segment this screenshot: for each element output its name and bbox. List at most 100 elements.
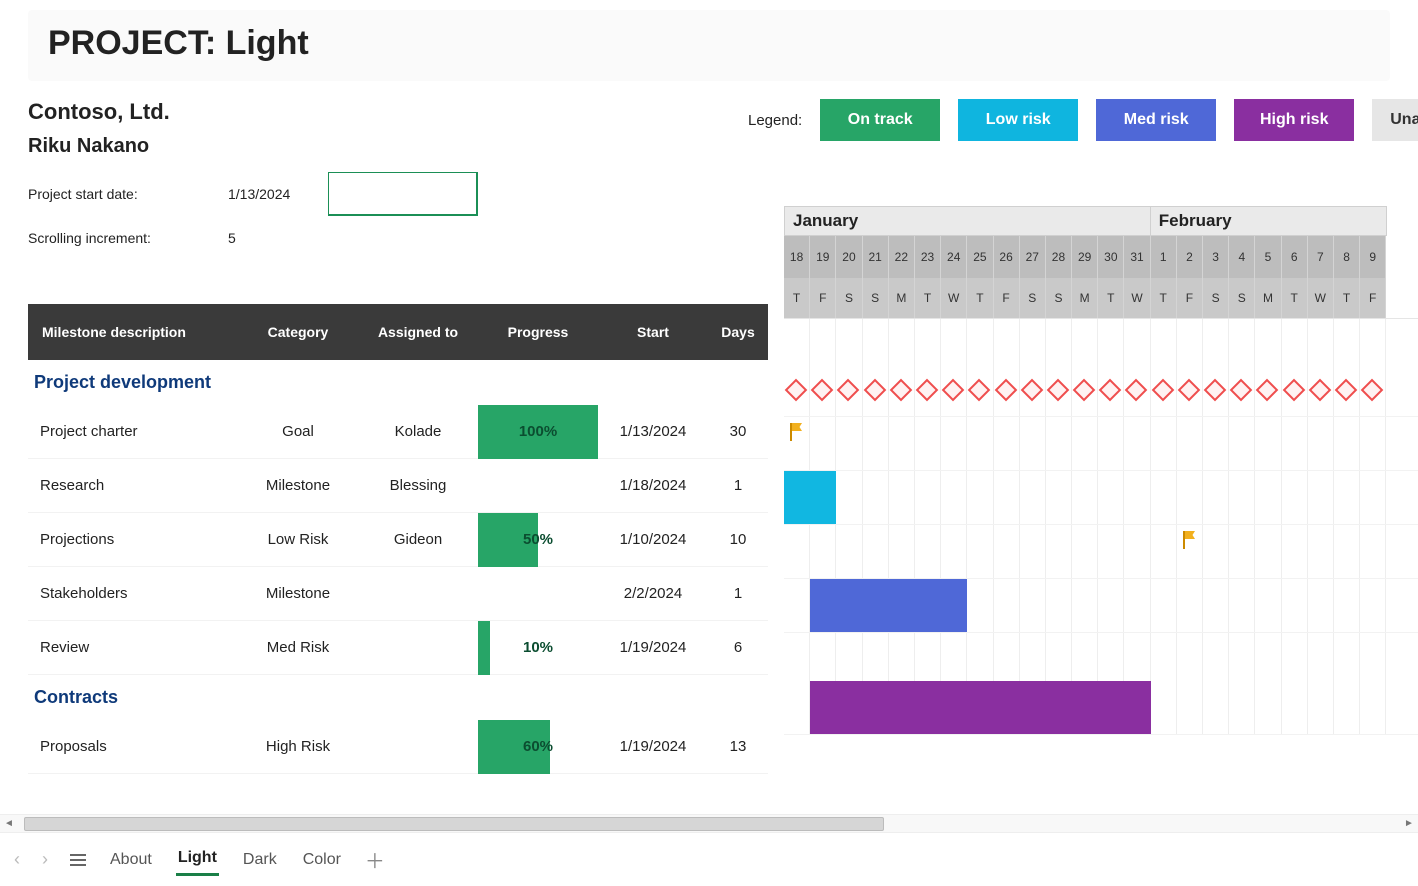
add-sheet-icon[interactable]: ＋ (365, 845, 385, 874)
sheet-prev-icon[interactable]: ‹ (14, 849, 20, 870)
selected-cell[interactable] (328, 172, 478, 216)
cell-days: 1 (708, 585, 768, 602)
goal-diamond-icon (1230, 378, 1253, 401)
gantt-bar[interactable] (810, 681, 1151, 734)
day-of-week: W (941, 278, 967, 318)
goal-diamond-icon (811, 378, 834, 401)
day-of-week: T (967, 278, 993, 318)
col-start: Start (598, 324, 708, 340)
day-of-week: M (1255, 278, 1281, 318)
timeline: JanuaryFebruary 181920212223242526272829… (784, 206, 1418, 735)
gantt-row (784, 579, 1418, 633)
day-number: 5 (1255, 236, 1281, 278)
cell-category: Med Risk (238, 639, 358, 656)
gantt-row (784, 363, 1418, 417)
task-table: Milestone description Category Assigned … (28, 304, 768, 774)
title-band: PROJECT: Light (28, 10, 1390, 81)
gantt-row (784, 471, 1418, 525)
table-row[interactable]: ProjectionsLow RiskGideon50%1/10/202410 (28, 513, 768, 567)
day-of-week: S (1203, 278, 1229, 318)
cell-progress: 50% (478, 513, 598, 567)
day-of-week: T (1098, 278, 1124, 318)
month-header: January (784, 206, 1151, 236)
gantt-row (784, 681, 1418, 735)
cell-progress: 60% (478, 720, 598, 774)
cell-progress: 100% (478, 405, 598, 459)
goal-diamond-icon (942, 378, 965, 401)
cell-start: 1/18/2024 (598, 477, 708, 494)
cell-category: Low Risk (238, 531, 358, 548)
cell-progress: 10% (478, 621, 598, 675)
day-of-week: W (1308, 278, 1334, 318)
milestone-flag-icon (1181, 531, 1195, 549)
table-row[interactable]: StakeholdersMilestone2/2/20241 (28, 567, 768, 621)
cell-progress (478, 567, 598, 621)
day-number: 26 (994, 236, 1020, 278)
cell-desc: Stakeholders (28, 585, 238, 602)
table-row[interactable]: ResearchMilestoneBlessing1/18/20241 (28, 459, 768, 513)
day-of-week: F (994, 278, 1020, 318)
table-row[interactable]: ProposalsHigh Risk60%1/19/202413 (28, 720, 768, 774)
tab-dark[interactable]: Dark (241, 845, 279, 875)
page-title: PROJECT: Light (48, 24, 1370, 63)
tab-light[interactable]: Light (176, 843, 219, 876)
day-of-week: F (1360, 278, 1386, 318)
gantt-row (784, 525, 1418, 579)
day-number: 28 (1046, 236, 1072, 278)
cell-days: 1 (708, 477, 768, 494)
day-number: 1 (1151, 236, 1177, 278)
goal-diamond-icon (1020, 378, 1043, 401)
goal-diamond-icon (994, 378, 1017, 401)
cell-progress (478, 459, 598, 513)
cell-category: Milestone (238, 477, 358, 494)
goal-diamond-icon (1361, 378, 1384, 401)
company-name: Contoso, Ltd. (28, 99, 748, 125)
cell-days: 10 (708, 531, 768, 548)
tab-about[interactable]: About (108, 845, 154, 875)
scroll-inc-value: 5 (228, 230, 328, 246)
cell-desc: Research (28, 477, 238, 494)
table-row[interactable]: ReviewMed Risk10%1/19/20246 (28, 621, 768, 675)
cell-start: 1/19/2024 (598, 738, 708, 755)
project-lead: Riku Nakano (28, 135, 748, 158)
sheet-next-icon[interactable]: › (42, 849, 48, 870)
goal-diamond-icon (1282, 378, 1305, 401)
day-number: 7 (1308, 236, 1334, 278)
day-of-week: M (1072, 278, 1098, 318)
scroll-left-icon[interactable]: ◄ (0, 815, 18, 833)
day-of-week: T (1151, 278, 1177, 318)
legend-medrisk: Med risk (1096, 99, 1216, 141)
cell-assigned: Kolade (358, 423, 478, 440)
day-of-week: T (784, 278, 810, 318)
cell-start: 1/10/2024 (598, 531, 708, 548)
goal-diamond-icon (1099, 378, 1122, 401)
day-number: 29 (1072, 236, 1098, 278)
tab-color[interactable]: Color (301, 845, 343, 875)
cell-desc: Proposals (28, 738, 238, 755)
goal-diamond-icon (1177, 378, 1200, 401)
table-header: Milestone description Category Assigned … (28, 304, 768, 360)
day-number: 4 (1229, 236, 1255, 278)
day-of-week: S (836, 278, 862, 318)
goal-diamond-icon (1256, 378, 1279, 401)
gantt-row (784, 417, 1418, 471)
sheet-tab-bar: ‹ › About Light Dark Color ＋ (0, 832, 1418, 886)
scroll-thumb[interactable] (24, 817, 884, 831)
cell-category: Milestone (238, 585, 358, 602)
goal-diamond-icon (1308, 378, 1331, 401)
gantt-bar[interactable] (784, 471, 836, 524)
day-number: 27 (1020, 236, 1046, 278)
day-number: 18 (784, 236, 810, 278)
table-row[interactable]: Project charterGoalKolade100%1/13/202430 (28, 405, 768, 459)
start-date-label: Project start date: (28, 186, 228, 202)
day-of-week: T (1334, 278, 1360, 318)
scroll-inc-label: Scrolling increment: (28, 230, 228, 246)
cell-days: 30 (708, 423, 768, 440)
scroll-right-icon[interactable]: ► (1400, 815, 1418, 833)
legend-unassigned: Unassigned (1372, 99, 1418, 141)
sheet-menu-icon[interactable] (70, 851, 86, 869)
gantt-bar[interactable] (810, 579, 967, 632)
horizontal-scrollbar[interactable]: ◄ ► (0, 814, 1418, 832)
cell-assigned: Gideon (358, 531, 478, 548)
col-category: Category (238, 324, 358, 340)
